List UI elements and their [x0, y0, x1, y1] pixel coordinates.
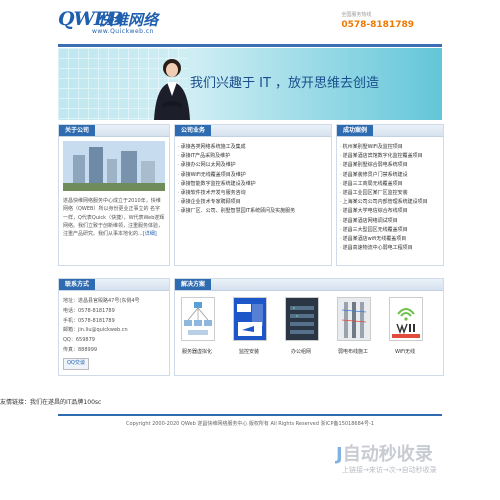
watermark-logo: J自动秒收录: [336, 440, 433, 466]
services-title: 公司业务: [175, 125, 212, 136]
server-virtualization-image: [181, 297, 215, 341]
service-item[interactable]: 承接厂区、公司、别墅智慧园IT系统顾问及实施服务: [175, 207, 331, 216]
banner-pager[interactable]: [254, 110, 274, 120]
service-item[interactable]: 承接办公网以太网及维护: [175, 161, 331, 170]
header: QWEB 快维网络 www.Quickweb.cn 全国服务热线 0578-81…: [58, 0, 442, 44]
contact-panel: 联系方式 地址：遂昌县官殿路47号(东侧4号 电话：0578-8181789 手…: [58, 278, 170, 376]
solutions-title: 解决方案: [175, 279, 212, 290]
service-item[interactable]: 承接WiFi无线覆盖项目及维护: [175, 171, 331, 180]
contact-title-bar: 联系方式: [59, 279, 169, 291]
about-title-bar: 关于公司: [59, 125, 169, 137]
solutions-title-bar: 解决方案: [175, 279, 443, 291]
case-item[interactable]: 遂昌某别墅综合弱电系统项目: [337, 161, 443, 170]
about-title: 关于公司: [59, 125, 96, 136]
solution-caption: 弱电布线施工: [337, 349, 368, 355]
contact-qq: QQ：659879: [63, 337, 95, 344]
solution-item[interactable]: 监控安装: [233, 297, 267, 355]
contact-fax: 传真：888999: [63, 346, 98, 353]
solution-caption: WiFi无线: [394, 349, 416, 355]
contact-address: 地址：遂昌县官殿路47号(东侧4号: [63, 298, 140, 304]
nav-bar: [58, 44, 442, 47]
case-item[interactable]: 上海某公司公司内部管理系统建设项目: [337, 198, 443, 207]
services-panel: 公司业务 承接各类网络系统施工及集成 承接IT产品采购及维护 承接办公网以太网及…: [174, 124, 332, 266]
banner-slogan: 我们兴趣于 IT ，放开思维去创造: [190, 76, 380, 91]
solution-caption: 服务器虚拟化: [181, 349, 212, 355]
solution-item[interactable]: WiFi无线: [389, 297, 423, 355]
about-text: 遂昌快维网络服务中心成立于2010年，快维网络（QWEB）所以身份更业正事立的 …: [63, 197, 165, 238]
case-item[interactable]: 遂昌工业园区某厂区监控安装: [337, 189, 443, 198]
service-item[interactable]: 承接IT产品采购及维护: [175, 152, 331, 161]
case-item[interactable]: 遂昌三工商局无线覆盖项目: [337, 180, 443, 189]
logo-url: www.Quickweb.cn: [92, 28, 154, 35]
solution-caption: 监控安装: [238, 349, 259, 355]
hero-banner[interactable]: 我们兴趣于 IT ，放开思维去创造: [58, 48, 442, 120]
case-item[interactable]: 遂昌某酒店wifi无线覆盖项目: [337, 235, 443, 244]
contact-phone: 电话：0578-8181789: [63, 307, 115, 314]
solutions-panel: 解决方案 服务器虚拟化 监控安装 办公组网 弱电布线施工 WiFi无线: [174, 278, 444, 376]
case-item[interactable]: 杭州某别墅WiFi及监控项目: [337, 143, 443, 152]
footer-copyright: Copyright 2000-2020 QWeb 遂昌快维网络服务中心 版权所有…: [126, 421, 374, 427]
case-item[interactable]: 遂昌某酒店网络调试项目: [337, 217, 443, 226]
cases-title-bar: 成功案例: [337, 125, 443, 137]
cases-title: 成功案例: [337, 125, 374, 136]
case-item[interactable]: 遂昌高速物流中心弱电工程项目: [337, 244, 443, 253]
hotline-label: 全国服务热线: [341, 12, 372, 18]
watermark: J自动秒收录 上链接→来访→次→自动秒收录: [336, 440, 486, 480]
case-item[interactable]: 遂昌三大型园区无线覆盖项目: [337, 226, 443, 235]
solution-item[interactable]: 弱电布线施工: [337, 297, 371, 355]
watermark-text: 自动秒收录: [342, 444, 433, 465]
service-item[interactable]: 承接软件技术开发与服务咨询: [175, 189, 331, 198]
services-list: 承接各类网络系统施工及集成 承接IT产品采购及维护 承接办公网以太网及维护 承接…: [175, 143, 331, 217]
watermark-tagline: 上链接→来访→次→自动秒收录: [342, 466, 437, 474]
wifi-image: [389, 297, 423, 341]
surveillance-image: [233, 297, 267, 341]
about-more-link[interactable]: [详细]: [143, 231, 157, 237]
solution-caption: 办公组网: [290, 349, 311, 355]
cabling-image: [337, 297, 371, 341]
about-panel: 关于公司 遂昌快维网络服务中心成立于2010年，快维网络（QWEB）所以身份更业…: [58, 124, 170, 266]
case-item[interactable]: 遂昌某大学电信综合布线项目: [337, 207, 443, 216]
solution-item[interactable]: 服务器虚拟化: [181, 297, 215, 355]
case-item[interactable]: 遂昌某酒店宾馆数字化监控覆盖项目: [337, 152, 443, 161]
service-item[interactable]: 承接智能数字监控系统建设及维护: [175, 180, 331, 189]
hotline-number: 0578-8181789: [341, 20, 414, 30]
logo-cn-text: 快维网络: [98, 11, 159, 29]
cases-list: 杭州某别墅WiFi及监控项目 遂昌某酒店宾馆数字化监控覆盖项目 遂昌某别墅综合弱…: [337, 143, 443, 253]
page-wrapper: QWEB 快维网络 www.Quickweb.cn 全国服务热线 0578-81…: [58, 0, 442, 120]
about-building-image: [63, 141, 165, 191]
contact-info: 地址：遂昌县官殿路47号(东侧4号 电话：0578-8181789 手机：057…: [63, 297, 140, 370]
solution-item[interactable]: 办公组网: [285, 297, 319, 355]
service-item[interactable]: 承接企业技术专家聘顾项目: [175, 198, 331, 207]
service-item[interactable]: 承接各类网络系统施工及集成: [175, 143, 331, 152]
services-title-bar: 公司业务: [175, 125, 331, 137]
qq-chat-button[interactable]: QQ交谈: [63, 357, 89, 370]
watermark-glyph-icon: J: [336, 444, 343, 465]
office-network-image: [285, 297, 319, 341]
case-item[interactable]: 遂昌某装修员户门禁系统建设: [337, 171, 443, 180]
contact-email[interactable]: 邮箱：jin.liu@quickweb.cn: [63, 326, 140, 336]
site-logo[interactable]: QWEB 快维网络 www.Quickweb.cn: [58, 8, 178, 38]
cases-panel: 成功案例 杭州某别墅WiFi及监控项目 遂昌某酒店宾馆数字化监控覆盖项目 遂昌某…: [336, 124, 444, 266]
contact-title: 联系方式: [59, 279, 96, 290]
banner-person-image: [154, 59, 190, 120]
footer-divider: [58, 414, 442, 416]
friend-links[interactable]: 友情链接：我们在遂昌的IT品牌100sc: [0, 397, 101, 406]
hotline: 全国服务热线 0578-8181789: [341, 11, 414, 30]
contact-mobile: 手机：0578-8181789: [63, 317, 115, 324]
